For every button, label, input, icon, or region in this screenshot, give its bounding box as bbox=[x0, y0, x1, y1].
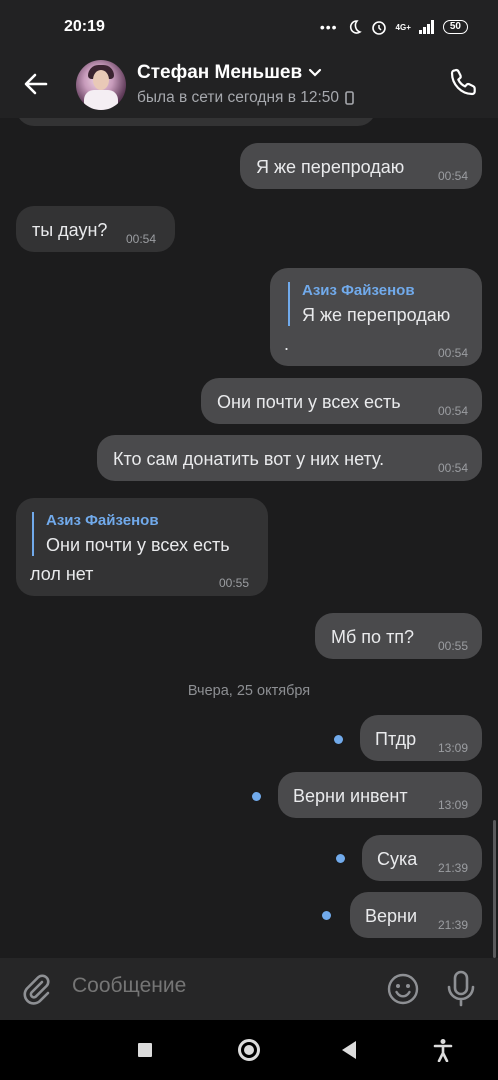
battery-indicator: 50 bbox=[442, 20, 468, 34]
message-list[interactable]: Я же перепродаю 00:54 ты даун? 00:54 Ази… bbox=[0, 118, 498, 958]
message-text: . bbox=[284, 334, 290, 354]
message-time: 21:39 bbox=[437, 918, 468, 932]
status-icons: ••• 4G+ 50 bbox=[320, 18, 468, 36]
message-text: лол нет bbox=[30, 564, 94, 584]
message-text: Мб по тп? bbox=[331, 627, 415, 647]
scrollbar[interactable] bbox=[493, 820, 496, 958]
message-time: 00:54 bbox=[126, 232, 157, 246]
message-bubble-outgoing[interactable]: Верни инвент 13:09 bbox=[278, 772, 482, 818]
more-dots-icon: ••• bbox=[319, 19, 338, 35]
chat-title-block[interactable]: Стефан Меньшев была в сети сегодня в 12:… bbox=[137, 62, 354, 107]
chevron-down-icon bbox=[309, 68, 322, 77]
microphone-icon[interactable] bbox=[446, 970, 476, 1008]
message-bubble-outgoing[interactable]: Кто сам донатить вот у них нету. 00:54 bbox=[97, 435, 482, 481]
message-bubble-outgoing[interactable]: Верни 21:39 bbox=[350, 892, 482, 938]
system-back-button[interactable] bbox=[342, 1041, 356, 1059]
message-text: ты даун? bbox=[32, 220, 108, 240]
home-button[interactable] bbox=[238, 1039, 260, 1061]
message-bubble-outgoing-reply[interactable]: Азиз Файзенов Я же перепродаю . 00:54 bbox=[270, 268, 482, 366]
message-time: 00:54 bbox=[437, 404, 468, 418]
reply-author: Азиз Файзенов bbox=[46, 512, 159, 529]
reply-quote[interactable]: Азиз Файзенов Я же перепродаю bbox=[288, 282, 450, 326]
accessibility-icon[interactable] bbox=[432, 1038, 454, 1062]
message-time: 21:39 bbox=[437, 861, 468, 875]
message-bubble-outgoing[interactable]: Сука 21:39 bbox=[362, 835, 482, 881]
message-composer bbox=[0, 958, 498, 1020]
network-type: 4G+ bbox=[395, 22, 411, 32]
mobile-device-icon bbox=[345, 91, 354, 105]
recent-apps-button[interactable] bbox=[138, 1043, 152, 1057]
status-bar: 20:19 ••• 4G+ 50 bbox=[0, 0, 498, 56]
reply-author: Азиз Файзенов bbox=[302, 282, 415, 299]
message-text: Кто сам донатить вот у них нету. bbox=[113, 449, 385, 469]
last-seen-status: была в сети сегодня в 12:50 bbox=[137, 89, 340, 106]
attach-icon[interactable] bbox=[18, 971, 54, 1007]
message-text: Верни инвент bbox=[293, 786, 408, 806]
message-bubble-incoming-reply[interactable]: Азиз Файзенов Они почти у всех есть лол … bbox=[16, 498, 268, 596]
reply-text: Я же перепродаю bbox=[302, 305, 451, 325]
unread-indicator bbox=[322, 911, 331, 920]
moon-icon bbox=[349, 20, 362, 34]
message-bubble-outgoing[interactable]: Птдр 13:09 bbox=[360, 715, 482, 761]
reply-quote[interactable]: Азиз Файзенов Они почти у всех есть bbox=[32, 512, 230, 556]
phone-icon[interactable] bbox=[448, 66, 480, 98]
message-bubble-outgoing[interactable]: Они почти у всех есть 00:54 bbox=[201, 378, 482, 424]
message-time: 00:55 bbox=[437, 639, 468, 653]
contact-name: Стефан Меньшев bbox=[137, 62, 303, 83]
message-text: Верни bbox=[365, 906, 418, 926]
message-time: 00:54 bbox=[437, 461, 468, 475]
message-bubble-outgoing[interactable]: Мб по тп? 00:55 bbox=[315, 613, 482, 659]
message-time: 00:55 bbox=[219, 576, 250, 590]
message-time: 13:09 bbox=[437, 798, 468, 812]
message-time: 00:54 bbox=[437, 169, 468, 183]
message-bubble-incoming[interactable]: ты даун? 00:54 bbox=[16, 206, 175, 252]
message-bubble-partial bbox=[16, 118, 376, 126]
status-time: 20:19 bbox=[64, 18, 105, 35]
message-time: 00:54 bbox=[437, 346, 468, 360]
back-arrow-icon[interactable] bbox=[20, 68, 52, 100]
avatar[interactable] bbox=[76, 60, 126, 110]
message-text: Они почти у всех есть bbox=[217, 392, 401, 412]
system-navigation-bar bbox=[0, 1020, 498, 1080]
message-text: Я же перепродаю bbox=[256, 157, 405, 177]
emoji-icon[interactable] bbox=[386, 972, 420, 1006]
chat-header: Стефан Меньшев была в сети сегодня в 12:… bbox=[0, 56, 498, 118]
message-input[interactable] bbox=[72, 974, 352, 998]
signal-icon bbox=[418, 20, 434, 34]
message-text: Птдр bbox=[375, 729, 417, 749]
alarm-icon bbox=[371, 21, 386, 35]
message-bubble-outgoing[interactable]: Я же перепродаю 00:54 bbox=[240, 143, 482, 189]
unread-indicator bbox=[252, 792, 261, 801]
unread-indicator bbox=[334, 735, 343, 744]
reply-text: Они почти у всех есть bbox=[46, 535, 230, 555]
message-time: 13:09 bbox=[437, 741, 468, 755]
date-separator: Вчера, 25 октября bbox=[187, 683, 311, 699]
message-text: Сука bbox=[377, 849, 418, 869]
unread-indicator bbox=[336, 854, 345, 863]
